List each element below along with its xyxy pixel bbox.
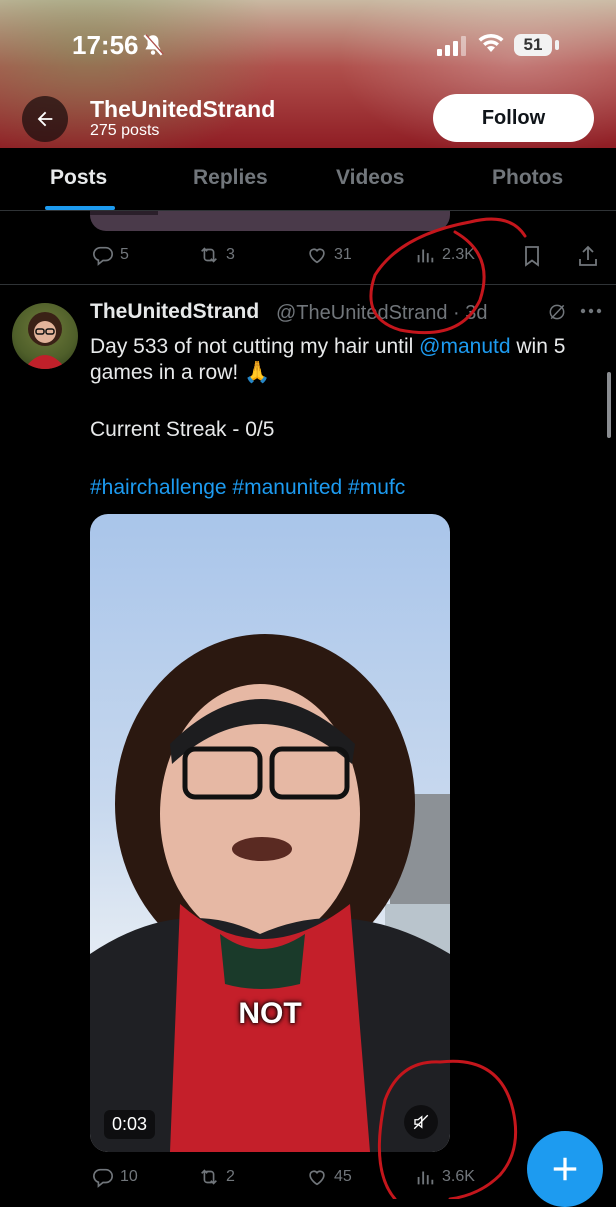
heart-icon: [309, 248, 325, 264]
post-video[interactable]: NOT 0:03: [90, 514, 450, 1152]
like-button[interactable]: 45: [306, 1166, 352, 1188]
tab-replies[interactable]: Replies: [193, 166, 268, 190]
profile-name: TheUnitedStrand: [90, 96, 276, 122]
bookmark-icon[interactable]: [520, 244, 544, 268]
post-text-before-mention: Day 533 of not cutting my hair until: [90, 335, 420, 358]
heart-icon: [309, 1170, 325, 1186]
tab-photos[interactable]: Photos: [492, 166, 563, 190]
reply-button[interactable]: 10: [92, 1166, 138, 1188]
reply-icon: [93, 246, 113, 266]
compose-post-button[interactable]: [527, 1131, 603, 1207]
post-divider: [0, 284, 616, 285]
scrollbar[interactable]: [607, 372, 611, 438]
like-count: 45: [334, 1168, 352, 1185]
post-text-after-mention: win 5: [510, 335, 566, 358]
tab-videos[interactable]: Videos: [336, 166, 404, 190]
mute-button[interactable]: [404, 1105, 438, 1139]
video-duration: 0:03: [104, 1110, 156, 1139]
battery-indicator: 51: [514, 34, 552, 56]
like-count: 31: [334, 246, 352, 263]
repost-count: 2: [226, 1168, 235, 1185]
wifi-icon: [478, 33, 504, 52]
back-button[interactable]: [22, 96, 68, 142]
speaker-muted-icon: [413, 1114, 429, 1130]
repost-count: 3: [226, 246, 235, 263]
plus-icon: [553, 1157, 577, 1181]
reply-icon: [93, 1168, 113, 1188]
repost-icon: [201, 247, 217, 263]
profile-post-count: 275 posts: [90, 122, 160, 139]
video-frame: [90, 634, 450, 1152]
views-button[interactable]: 2.3K: [414, 244, 475, 266]
share-icon[interactable]: [576, 244, 600, 268]
mention-link[interactable]: @manutd: [419, 335, 510, 358]
more-options-icon[interactable]: [579, 306, 603, 316]
like-button[interactable]: 31: [306, 244, 352, 266]
repost-button[interactable]: 3: [198, 244, 235, 266]
view-count: 3.6K: [442, 1168, 475, 1185]
repost-button[interactable]: 2: [198, 1166, 235, 1188]
cellular-signal-icon: [437, 36, 466, 56]
avatar-illustration: [24, 312, 66, 369]
reply-count: 5: [120, 246, 129, 263]
reply-count: 10: [120, 1168, 138, 1185]
post-author-handle: @TheUnitedStrand · 3d: [276, 302, 488, 324]
repost-icon: [201, 1169, 217, 1185]
view-count: 2.3K: [442, 246, 475, 263]
post-text-line-1: Day 533 of not cutting my hair until @ma…: [90, 333, 610, 361]
views-chart-icon: [417, 1171, 434, 1185]
views-button[interactable]: 3.6K: [414, 1166, 475, 1188]
status-time: 17:56: [72, 30, 139, 60]
follow-button[interactable]: Follow: [433, 94, 594, 142]
arrow-left-icon: [37, 111, 53, 127]
video-caption: NOT: [238, 997, 302, 1030]
post-author-name[interactable]: TheUnitedStrand: [90, 300, 259, 324]
tab-posts[interactable]: Posts: [50, 166, 107, 190]
grok-icon[interactable]: [547, 302, 567, 322]
post-hashtags[interactable]: #hairchallenge #manunited #mufc: [90, 476, 405, 500]
battery-tip: [555, 40, 559, 50]
reply-button[interactable]: 5: [92, 244, 129, 266]
avatar[interactable]: [12, 303, 78, 369]
bell-muted-icon: [143, 34, 164, 56]
views-chart-icon: [417, 249, 434, 263]
post-text-line-2: games in a row! 🙏: [90, 361, 271, 384]
previous-post-media-bar: [90, 211, 158, 215]
profile-tabs: Posts Replies Videos Photos: [0, 148, 616, 210]
post-streak-text: Current Streak - 0/5: [90, 418, 275, 441]
